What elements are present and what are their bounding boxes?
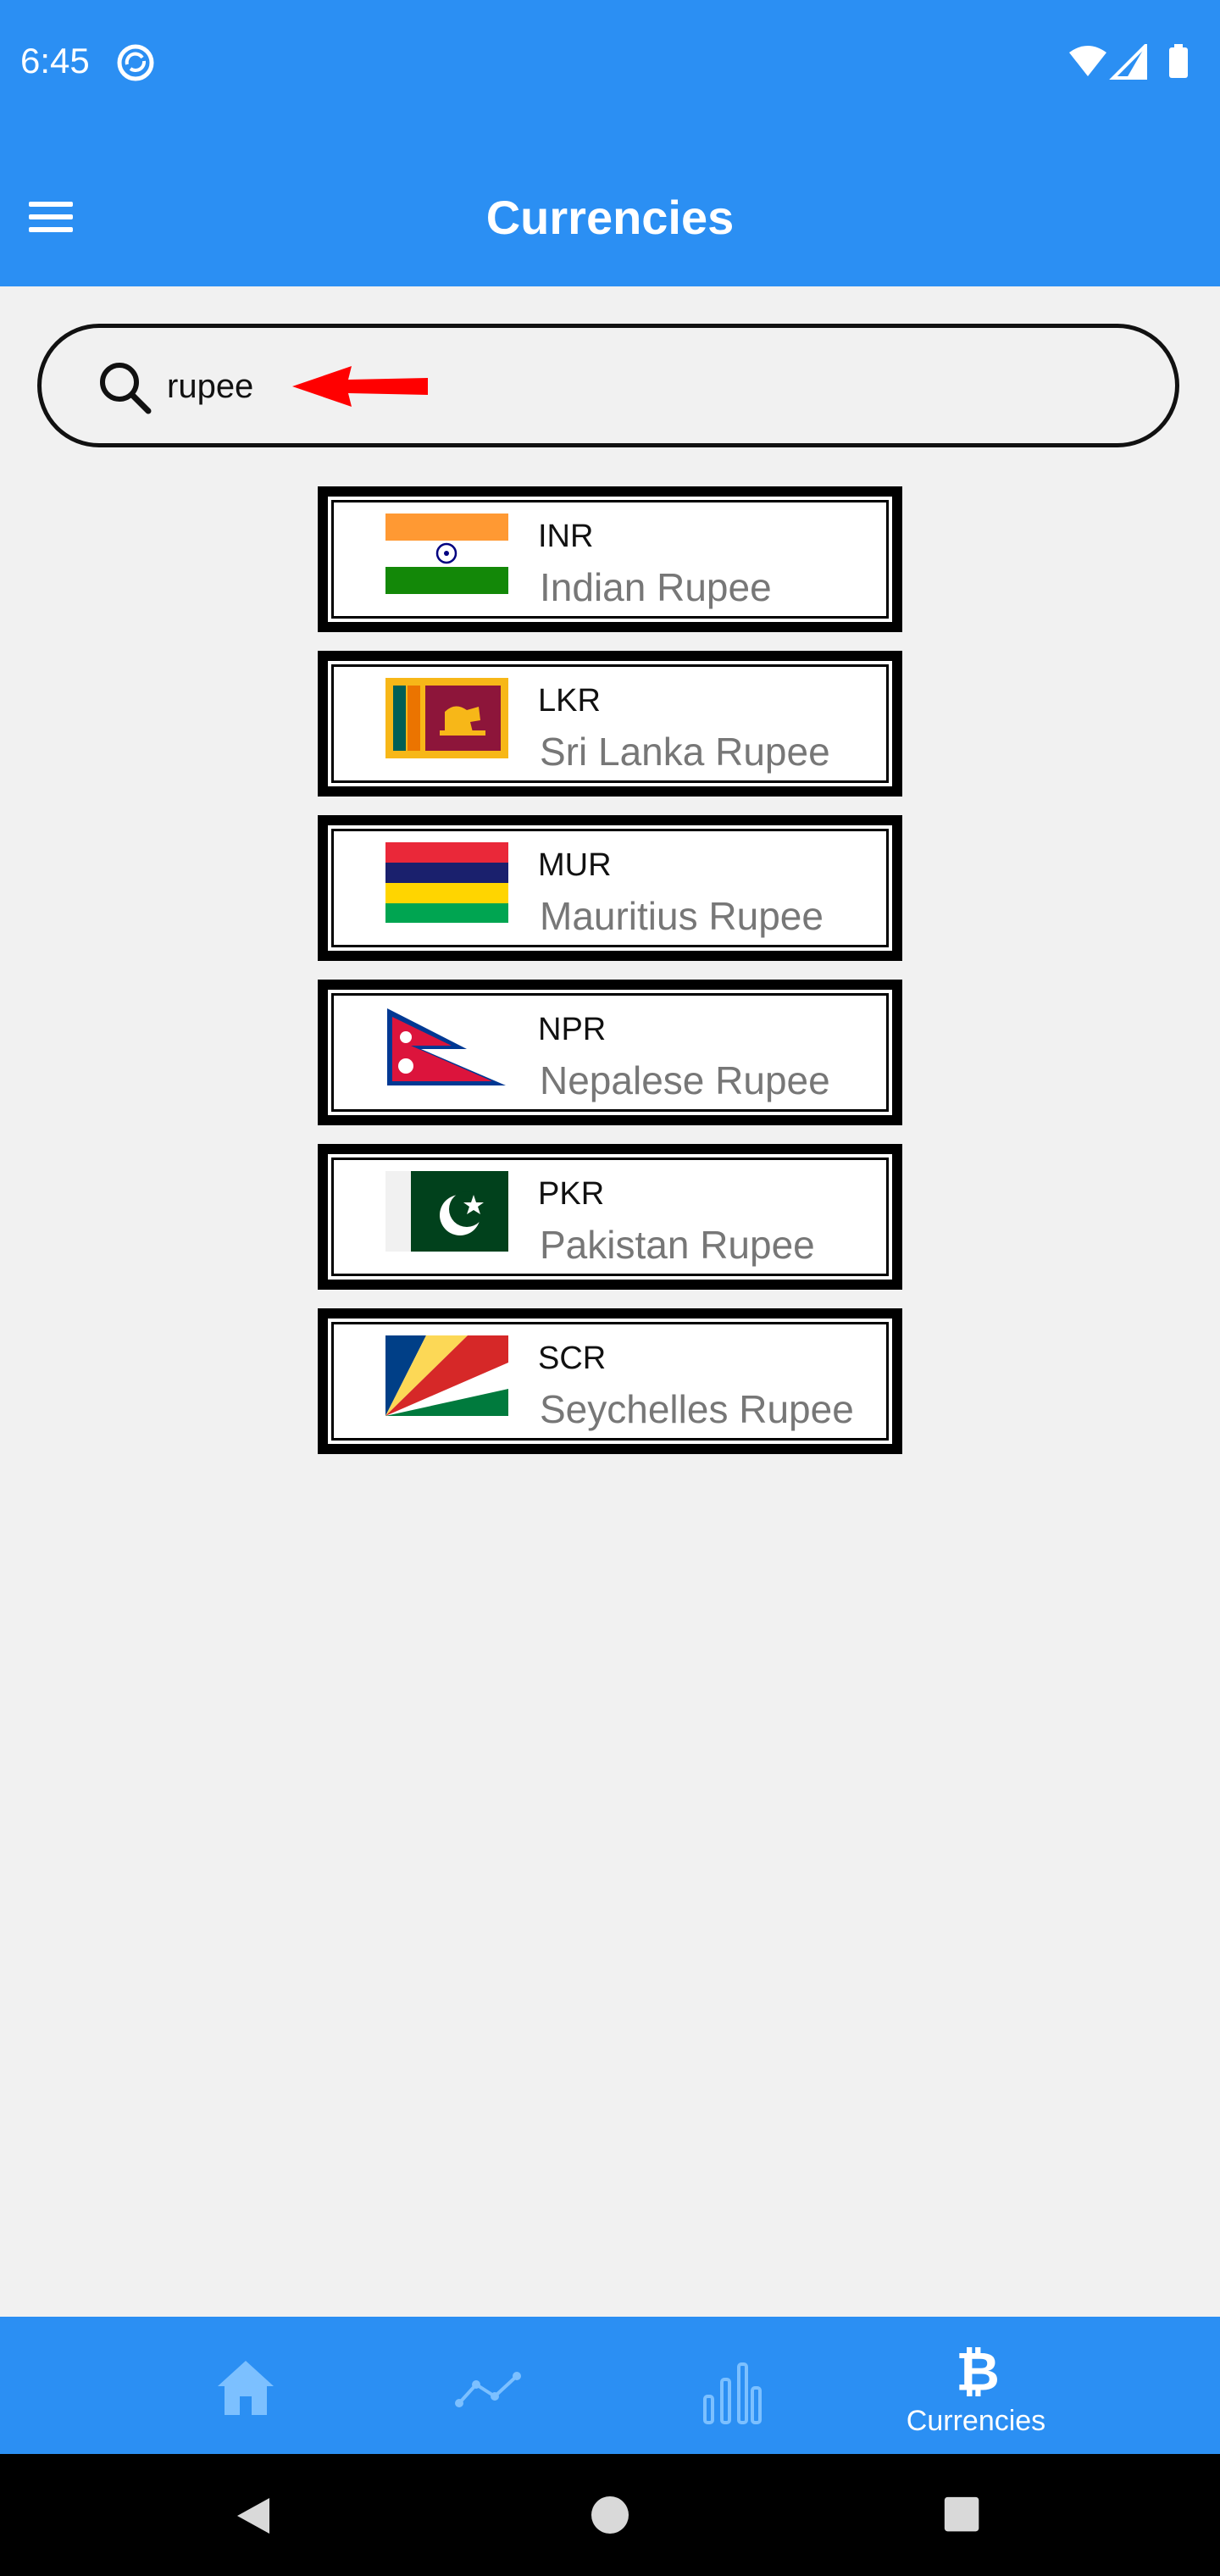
currency-code: PKR bbox=[538, 1176, 605, 1212]
currency-item-npr[interactable]: NPR Nepalese Rupee bbox=[318, 980, 902, 1125]
search-icon bbox=[100, 363, 152, 414]
bottom-nav: ₿ Currencies bbox=[0, 2317, 1220, 2454]
search-bar[interactable] bbox=[37, 324, 1179, 447]
currency-name: Indian Rupee bbox=[540, 565, 772, 609]
currency-item-lkr[interactable]: LKR Sri Lanka Rupee bbox=[318, 651, 902, 797]
currency-name: Pakistan Rupee bbox=[540, 1223, 815, 1267]
status-bar: 6:45 bbox=[0, 0, 1220, 127]
wifi-icon bbox=[1069, 46, 1106, 76]
currency-code: LKR bbox=[538, 683, 601, 719]
currency-code: INR bbox=[538, 519, 594, 554]
app-bar: Currencies bbox=[0, 127, 1220, 286]
currency-name: Mauritius Rupee bbox=[540, 894, 824, 938]
home-icon bbox=[218, 2361, 274, 2415]
recents-icon[interactable] bbox=[943, 2496, 982, 2534]
seychelles-flag-icon bbox=[385, 1335, 508, 1416]
nepal-flag-icon bbox=[385, 1007, 508, 1087]
sync-status-icon bbox=[117, 44, 154, 81]
page-title: Currencies bbox=[485, 191, 735, 244]
currency-list: INR Indian Rupee LKR Sri Lanka Rupee MUR… bbox=[318, 486, 902, 1473]
red-arrow-annotation bbox=[292, 366, 428, 407]
pakistan-flag-icon bbox=[385, 1171, 508, 1252]
currency-name: Sri Lanka Rupee bbox=[540, 730, 830, 774]
status-icons bbox=[1069, 44, 1188, 80]
sri-lanka-flag-icon bbox=[385, 678, 508, 758]
system-nav-bar bbox=[0, 2454, 1220, 2576]
currency-name: Seychelles Rupee bbox=[540, 1387, 854, 1431]
svg-text:₿: ₿ bbox=[956, 2342, 1000, 2398]
nav-label-currencies: Currencies bbox=[906, 2405, 1046, 2437]
currency-item-pkr[interactable]: PKR Pakistan Rupee bbox=[318, 1144, 902, 1290]
nav-stats[interactable] bbox=[640, 2317, 826, 2454]
currency-code: MUR bbox=[538, 847, 612, 883]
india-flag-icon bbox=[385, 514, 508, 594]
currency-item-inr[interactable]: INR Indian Rupee bbox=[318, 486, 902, 632]
bar-chart-icon bbox=[703, 2362, 762, 2424]
battery-icon bbox=[1169, 47, 1188, 78]
currency-name: Nepalese Rupee bbox=[540, 1058, 830, 1102]
nav-currencies[interactable]: ₿ Currencies bbox=[883, 2317, 1069, 2454]
home-circle-icon[interactable] bbox=[589, 2494, 631, 2536]
currency-item-mur[interactable]: MUR Mauritius Rupee bbox=[318, 815, 902, 961]
nav-trend[interactable] bbox=[395, 2317, 581, 2454]
nav-home[interactable] bbox=[152, 2317, 339, 2454]
back-icon[interactable] bbox=[232, 2495, 274, 2537]
mauritius-flag-icon bbox=[385, 842, 508, 923]
currency-item-scr[interactable]: SCR Seychelles Rupee bbox=[318, 1308, 902, 1454]
bitcoin-icon: ₿ bbox=[956, 2342, 1000, 2398]
trend-line-icon bbox=[455, 2372, 521, 2407]
currency-code: SCR bbox=[538, 1341, 607, 1376]
currency-code: NPR bbox=[538, 1012, 607, 1047]
status-time: 6:45 bbox=[20, 41, 90, 80]
search-input[interactable] bbox=[167, 360, 929, 413]
